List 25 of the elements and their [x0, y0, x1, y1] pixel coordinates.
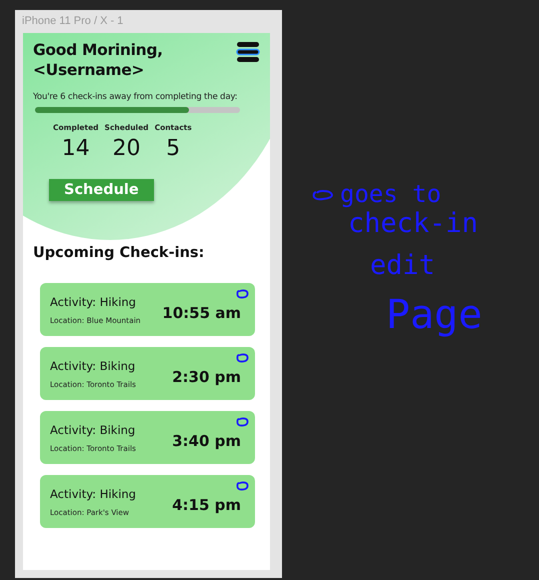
progress-text: You're 6 check-ins away from completing the day: — [33, 92, 238, 102]
handwritten-note: edit — [370, 250, 436, 281]
scribble-mark-icon — [236, 481, 249, 491]
checkin-time: 10:55 am — [162, 304, 241, 322]
activity-label: Activity: Hiking — [50, 486, 136, 500]
greeting: Good Morining, <Username> — [33, 40, 163, 80]
activity-label: Activity: Biking — [50, 358, 136, 372]
activity-label: Activity: Biking — [50, 422, 136, 436]
menu-icon[interactable] — [236, 41, 260, 63]
stat-value: 5 — [166, 136, 180, 161]
scribble-mark-icon — [236, 353, 249, 363]
checkin-time: 2:30 pm — [172, 368, 241, 386]
activity-label: Activity: Hiking — [50, 294, 137, 308]
scribble-mark-icon — [312, 189, 334, 201]
scribble-mark-icon — [236, 289, 249, 299]
section-title: Upcoming Check-ins: — [33, 245, 206, 261]
handwritten-note: check-in — [348, 208, 478, 239]
checkin-time: 3:40 pm — [172, 432, 241, 450]
stat-value: 14 — [62, 136, 90, 161]
artboard-title: iPhone 11 Pro / X - 1 — [22, 15, 124, 27]
scribble-mark-icon — [236, 417, 249, 427]
handwritten-note: Page — [386, 292, 482, 338]
checkin-time: 4:15 pm — [172, 496, 241, 514]
handwritten-note: goes to — [340, 180, 442, 208]
stat-value: 20 — [112, 136, 141, 161]
